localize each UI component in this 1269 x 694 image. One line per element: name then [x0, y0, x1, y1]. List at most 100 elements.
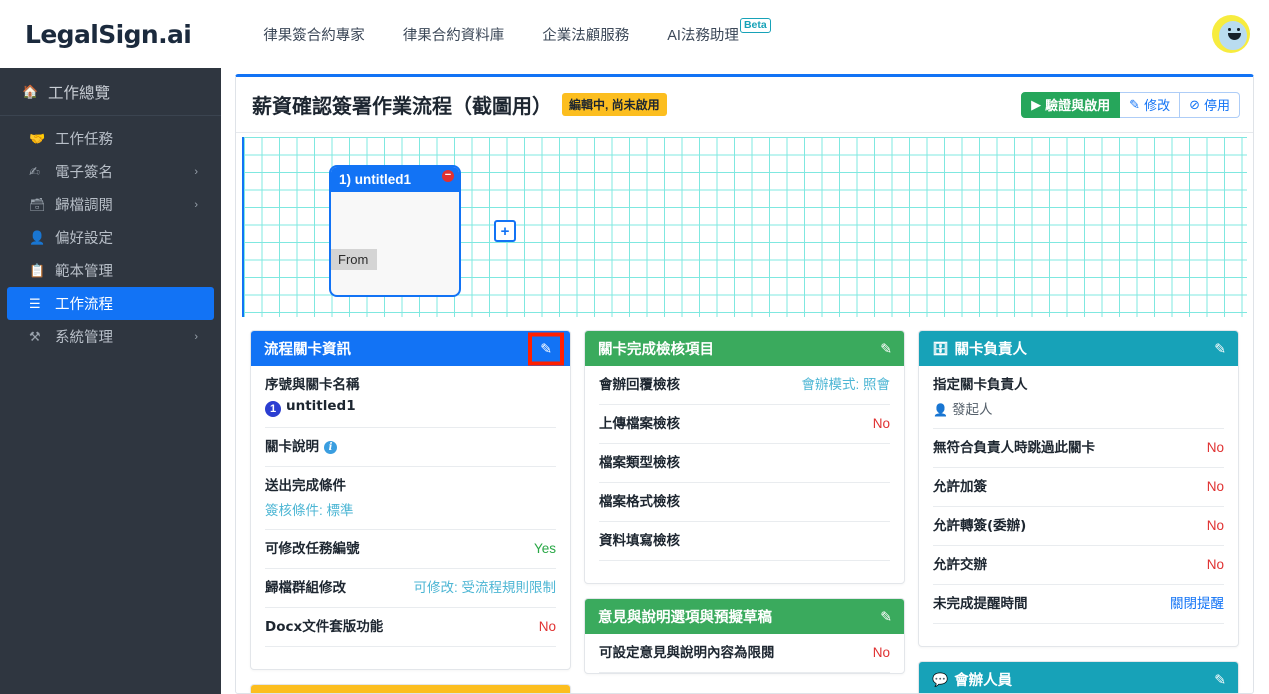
list-icon: ☰ [29, 295, 41, 311]
card-header [251, 685, 570, 693]
nav-links: 律果簽合約專家 律果合約資料庫 企業法顧服務 AI法務助理Beta [263, 17, 808, 45]
row-label: Docx文件套版功能 [265, 619, 384, 635]
edit-icon[interactable]: ✎ [880, 608, 892, 625]
inbox-icon: 🗄 [932, 340, 949, 356]
play-icon: ▶ [1031, 96, 1042, 112]
edit-icon[interactable]: ✎ [528, 332, 564, 365]
row-value: 👤 發起人 [933, 398, 992, 418]
row-label: 允許交辦 [933, 557, 987, 573]
user-gear-icon: 👤 [29, 229, 46, 245]
chevron-right-icon: › [194, 165, 198, 178]
row-comment-restricted: 可設定意見與說明內容為限閱 No [599, 634, 890, 673]
card-cosign-members: 💬 會辦人員 ✎ [918, 661, 1239, 693]
sidebar-item-overview[interactable]: 🏠 工作總覽 [0, 68, 221, 116]
row-label: 無符合負責人時跳過此關卡 [933, 440, 1095, 456]
card-header: 關卡完成檢核項目 ✎ [585, 331, 904, 366]
row-value: 1 untitled1 [265, 398, 356, 417]
workflow-node-1[interactable]: 1) untitled1 − From [329, 165, 461, 297]
row-file-format-check: 檔案格式檢核 [599, 483, 890, 522]
row-label: 可修改任務編號 [265, 541, 360, 557]
card-body: 序號與關卡名稱 1 untitled1 關卡說明 i 送出完成條件 簽核條件: 標準 [251, 366, 570, 669]
card-title: 關卡負責人 [954, 342, 1028, 358]
card-header: 💬 會辦人員 ✎ [919, 662, 1238, 693]
chevron-right-icon: › [194, 198, 198, 211]
row-value: No [538, 619, 556, 634]
sidebar-item-label: 工作總覽 [48, 84, 111, 102]
card-header: 意見與說明選項與預擬草稿 ✎ [585, 599, 904, 634]
card-checklist: 關卡完成檢核項目 ✎ 會辦回覆檢核 會辦模式: 照會 上傳檔案檢核 No 檔案類… [584, 330, 905, 584]
column-left: 流程關卡資訊 ✎ 序號與關卡名稱 1 untitled1 關卡說明 i 送出完成… [250, 330, 571, 693]
user-avatar[interactable] [1212, 15, 1250, 53]
copy-icon: 📋 [29, 262, 46, 278]
row-submit-condition: 送出完成條件 簽核條件: 標準 [265, 467, 556, 530]
stage-name: untitled1 [286, 398, 356, 414]
sidebar-item-label: 系統管理 [55, 330, 113, 346]
nav-link-contract-database[interactable]: 律果合約資料庫 [403, 24, 505, 45]
status-badge: 編輯中, 尚未啟用 [562, 93, 667, 116]
disable-button[interactable]: ⊘ 停用 [1180, 91, 1240, 118]
edit-icon[interactable]: ✎ [880, 340, 892, 357]
avatar-eye-right [1237, 28, 1240, 31]
row-label: 關卡說明 i [265, 438, 337, 456]
sidebar-item-system-admin[interactable]: ⚒ 系統管理 › [7, 320, 214, 353]
node-title: 1) untitled1 [339, 172, 412, 187]
info-icon[interactable]: i [324, 441, 337, 454]
card-stage-owner: 🗄 關卡負責人 ✎ 指定關卡負責人 👤發起人 無符合負責人時跳過此關卡 No [918, 330, 1239, 647]
row-value[interactable]: 關閉提醒 [1170, 595, 1224, 613]
page-header: 薪資確認簽署作業流程（截圖用） 編輯中, 尚未啟用 ▶ 驗證與啟用 ✎ 修改 ⊘… [236, 77, 1253, 133]
brand-logo[interactable]: LegalSign.ai [25, 20, 192, 49]
row-label: 送出完成條件 [265, 478, 346, 494]
chevron-right-icon: › [194, 330, 198, 343]
card-header: 🗄 關卡負責人 ✎ [919, 331, 1238, 366]
sidebar-item-archive[interactable]: 🗃 歸檔調閱 › [7, 188, 214, 221]
row-value: 會辦模式: 照會 [801, 377, 890, 392]
row-label: 允許轉簽(委辦) [933, 518, 1027, 534]
sidebar-item-preferences[interactable]: 👤 偏好設定 [7, 221, 214, 254]
tools-icon: ⚒ [29, 328, 41, 344]
card-title: 意見與說明選項與預擬草稿 [598, 610, 772, 626]
sidebar-item-label: 偏好設定 [55, 231, 113, 247]
row-label: 上傳檔案檢核 [599, 416, 680, 432]
row-value: No [1206, 557, 1224, 572]
column-middle: 關卡完成檢核項目 ✎ 會辦回覆檢核 會辦模式: 照會 上傳檔案檢核 No 檔案類… [584, 330, 905, 693]
sidebar-item-templates[interactable]: 📋 範本管理 [7, 254, 214, 287]
row-value: Yes [533, 541, 556, 556]
row-stage-description: 關卡說明 i [265, 428, 556, 467]
sidebar-item-esignature[interactable]: ✍ 電子簽名 › [7, 155, 214, 188]
nav-link-label: AI法務助理 [667, 27, 739, 44]
nav-link-contract-expert[interactable]: 律果簽合約專家 [263, 24, 365, 45]
nav-link-legal-service[interactable]: 企業法顧服務 [542, 24, 629, 45]
card-title: 關卡完成檢核項目 [598, 342, 714, 358]
row-label: 允許加簽 [933, 479, 987, 495]
row-assigned-owner: 指定關卡負責人 👤 發起人 [933, 366, 1224, 429]
add-node-button[interactable]: + [494, 220, 516, 242]
row-value: 可修改: 受流程規則限制 [413, 580, 556, 595]
row-archive-group-edit: 歸檔群組修改 可修改: 受流程規則限制 [265, 569, 556, 608]
row-label: 會辦回覆檢核 [599, 377, 680, 393]
home-icon: 🏠 [22, 83, 39, 99]
card-bottom-spacer [933, 624, 1224, 646]
card-body: 可設定意見與說明內容為限閱 No [585, 634, 904, 673]
minus-circle-icon[interactable]: − [442, 170, 454, 182]
validate-activate-button[interactable]: ▶ 驗證與啟用 [1021, 91, 1121, 118]
sidebar-item-tasks[interactable]: 🤝 工作任務 [7, 122, 214, 155]
main-panel: 薪資確認簽署作業流程（截圖用） 編輯中, 尚未啟用 ▶ 驗證與啟用 ✎ 修改 ⊘… [235, 74, 1254, 694]
edit-icon[interactable]: ✎ [1214, 340, 1226, 357]
handshake-icon: 🤝 [29, 130, 46, 146]
sidebar-item-label: 範本管理 [55, 264, 113, 280]
archive-icon: 🗃 [29, 196, 46, 212]
row-label-text: 關卡說明 [265, 439, 319, 455]
row-label: 歸檔群組修改 [265, 580, 346, 596]
row-sequence-name: 序號與關卡名稱 1 untitled1 [265, 366, 556, 428]
page-title: 薪資確認簽署作業流程（截圖用） [252, 94, 552, 118]
row-value: 簽核條件: 標準 [265, 503, 354, 518]
workflow-canvas[interactable]: 1) untitled1 − From + [242, 137, 1247, 317]
row-allow-countersign: 允許加簽 No [933, 468, 1224, 507]
sidebar-item-workflow[interactable]: ☰ 工作流程 [7, 287, 214, 320]
row-incomplete-reminder-time: 未完成提醒時間 關閉提醒 [933, 585, 1224, 624]
nav-link-ai-assistant[interactable]: AI法務助理Beta [667, 17, 771, 45]
edit-icon[interactable]: ✎ [1214, 671, 1226, 688]
row-editable-task-number: 可修改任務編號 Yes [265, 530, 556, 569]
edit-button[interactable]: ✎ 修改 [1120, 91, 1181, 118]
card-bottom-spacer [599, 561, 890, 583]
